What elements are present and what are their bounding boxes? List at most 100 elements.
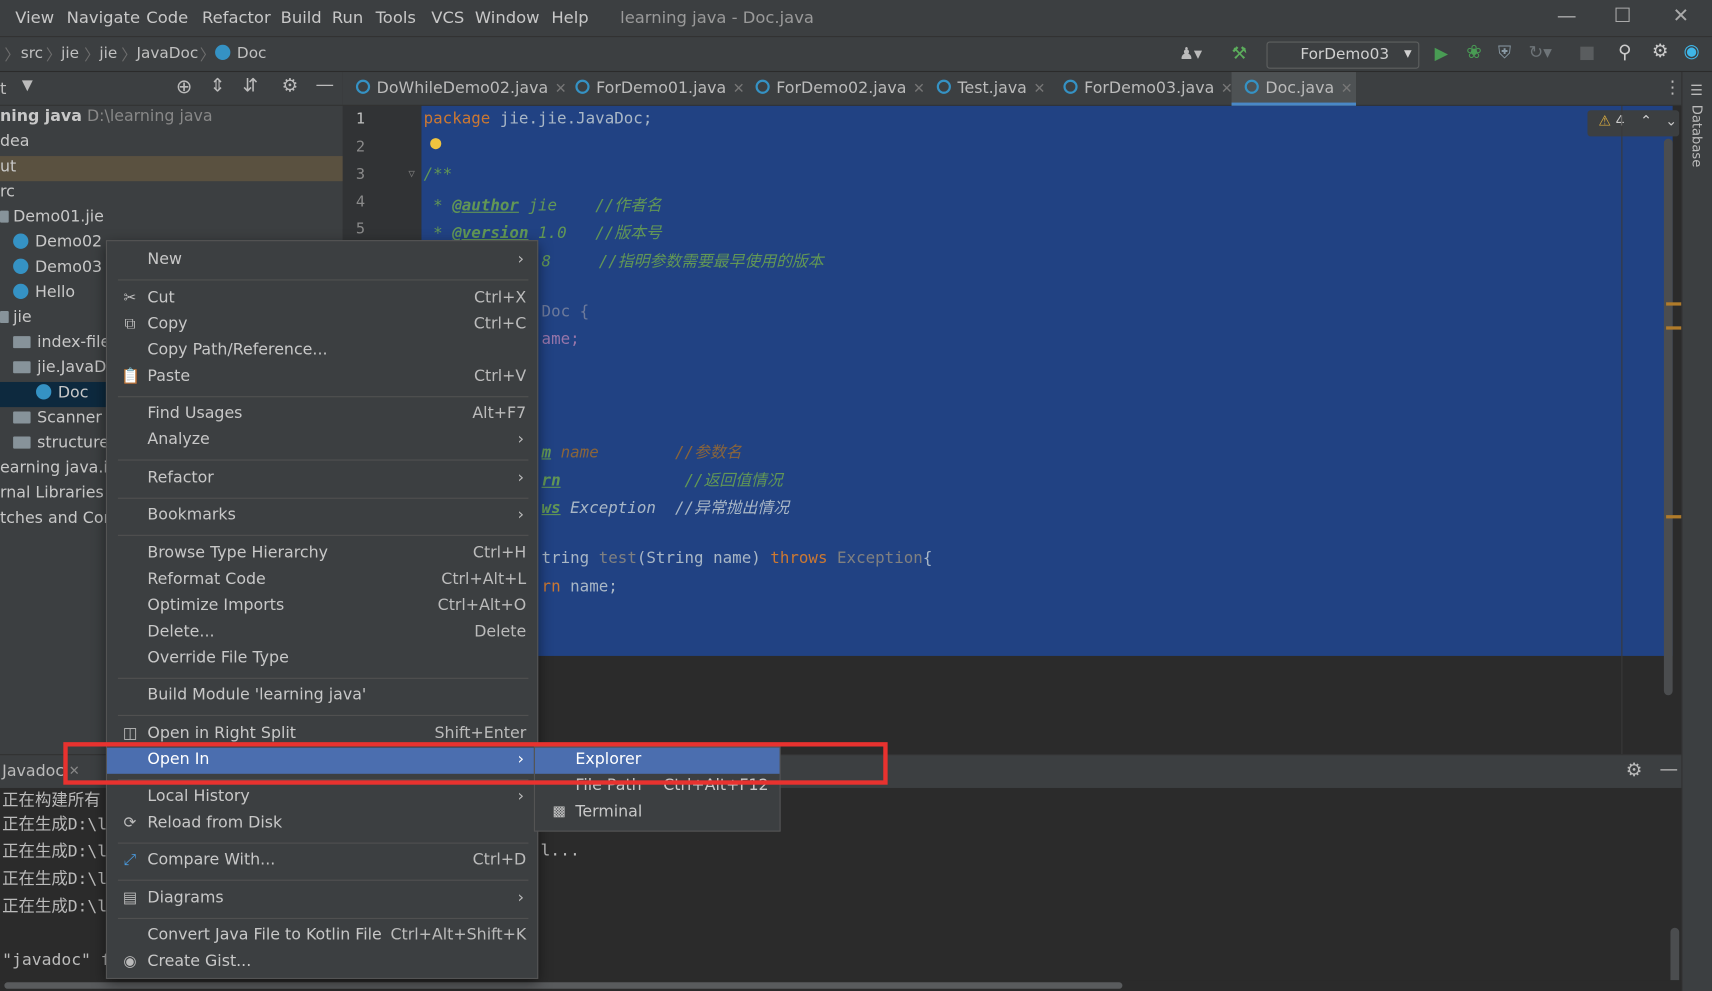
vertical-scrollbar[interactable] bbox=[1663, 138, 1673, 696]
breadcrumb-jie[interactable]: jie bbox=[61, 45, 79, 62]
maximize-icon[interactable]: ☐ bbox=[1614, 4, 1632, 27]
minimize-icon[interactable]: — bbox=[1557, 4, 1577, 27]
warning-marker[interactable] bbox=[1666, 515, 1682, 519]
menu-item-optimize-imports[interactable]: Optimize Imports Ctrl+Alt+O bbox=[107, 594, 537, 620]
menu-code[interactable]: Code bbox=[146, 8, 188, 28]
menu-item-browse-hierarchy[interactable]: Browse Type Hierarchy Ctrl+H bbox=[107, 541, 537, 567]
menu-separator bbox=[117, 396, 529, 398]
close-icon[interactable]: ✕ bbox=[1673, 4, 1689, 27]
menu-item-copy[interactable]: ⧉ Copy Ctrl+C bbox=[107, 312, 537, 338]
breadcrumb-javadoc[interactable]: JavaDoc bbox=[136, 45, 198, 62]
gear-icon[interactable]: ⚙ bbox=[1626, 760, 1643, 782]
build-hammer-icon[interactable]: ⚒ bbox=[1232, 43, 1248, 64]
close-tab-icon[interactable]: ✕ bbox=[1033, 81, 1045, 97]
collapse-all-icon[interactable]: ⇵ bbox=[242, 75, 258, 97]
user-icon[interactable]: ♟▾ bbox=[1179, 44, 1202, 64]
stop-icon[interactable]: ■ bbox=[1579, 41, 1596, 62]
github-icon: ◉ bbox=[123, 952, 137, 971]
lightbulb-icon[interactable]: ● bbox=[430, 132, 441, 154]
right-tool-strip: ☰ Database bbox=[1681, 72, 1712, 991]
search-icon[interactable]: ⚲ bbox=[1618, 41, 1632, 63]
tree-item-idea[interactable]: dea bbox=[0, 131, 343, 156]
database-tool-button[interactable]: Database bbox=[1689, 105, 1704, 167]
run-configuration-select[interactable]: ForDemo03 ▾ bbox=[1266, 41, 1420, 69]
split-icon: ◫ bbox=[122, 724, 138, 743]
inspection-widget[interactable]: ⚠ 4 ⌃ ⌄ bbox=[1587, 110, 1680, 137]
tab-fordemo03[interactable]: ForDemo03.java ✕ bbox=[1050, 72, 1233, 106]
tab-fordemo02[interactable]: ForDemo02.java ✕ bbox=[742, 72, 925, 106]
menu-item-bookmarks[interactable]: Bookmarks › bbox=[107, 503, 537, 529]
menu-item-compare-with[interactable]: ⤢ Compare With... Ctrl+D bbox=[107, 848, 537, 874]
breadcrumb-jie-2[interactable]: jie bbox=[99, 45, 117, 62]
more-tabs-icon[interactable]: ⋮ bbox=[1664, 76, 1681, 97]
menu-item-convert-kotlin[interactable]: Convert Java File to Kotlin File Ctrl+Alt… bbox=[107, 923, 537, 949]
breadcrumb-doc[interactable]: Doc bbox=[215, 44, 266, 62]
warning-marker[interactable] bbox=[1666, 326, 1682, 330]
menu-help[interactable]: Help bbox=[551, 8, 588, 28]
hide-icon[interactable]: — bbox=[1660, 759, 1679, 781]
expand-all-icon[interactable]: ⇕ bbox=[210, 75, 226, 97]
menu-item-reload[interactable]: ⟳ Reload from Disk bbox=[107, 811, 537, 837]
menu-view[interactable]: View bbox=[15, 8, 54, 28]
code-line-13: m name //参数名 bbox=[541, 444, 742, 462]
database-icon[interactable]: ☰ bbox=[1690, 83, 1703, 99]
menu-refactor[interactable]: Refactor bbox=[202, 8, 271, 28]
tree-item-demo01[interactable]: Demo01.jie bbox=[0, 206, 343, 231]
menu-vcs[interactable]: VCS bbox=[431, 8, 464, 28]
menu-window[interactable]: Window bbox=[475, 8, 540, 28]
project-view-title[interactable]: t bbox=[0, 79, 6, 99]
menu-item-terminal[interactable]: ▩ Terminal bbox=[535, 800, 780, 826]
hide-icon[interactable]: — bbox=[316, 74, 335, 96]
fold-icon[interactable]: ▽ bbox=[408, 168, 415, 180]
menu-item-copy-path[interactable]: Copy Path/Reference... bbox=[107, 338, 537, 364]
locate-icon[interactable]: ⊕ bbox=[176, 75, 192, 98]
code-editor[interactable]: package jie.jie.JavaDoc; ● /** * @author… bbox=[421, 105, 1682, 755]
menu-item-diagrams[interactable]: ▤ Diagrams › bbox=[107, 886, 537, 912]
chevron-down-icon[interactable]: ▼ bbox=[22, 77, 33, 93]
horizontal-scrollbar[interactable] bbox=[0, 980, 1682, 991]
tree-item-src[interactable]: rc bbox=[0, 181, 343, 206]
menu-run[interactable]: Run bbox=[332, 8, 363, 28]
coverage-icon[interactable]: ⛨ bbox=[1498, 41, 1511, 63]
debug-icon[interactable]: ❀ bbox=[1466, 41, 1482, 63]
menu-item-local-history[interactable]: Local History › bbox=[107, 785, 537, 811]
menu-build[interactable]: Build bbox=[281, 8, 322, 28]
run-icon[interactable]: ▶ bbox=[1435, 43, 1448, 64]
tab-test[interactable]: Test.java ✕ bbox=[924, 72, 1045, 106]
console-line: 正在生成D:\l bbox=[2, 868, 108, 889]
menu-item-paste[interactable]: 📋 Paste Ctrl+V bbox=[107, 365, 537, 391]
class-icon bbox=[13, 258, 29, 274]
tab-dowhiledemo02[interactable]: DoWhileDemo02.java ✕ bbox=[343, 72, 567, 106]
gear-icon[interactable]: ⚙ bbox=[282, 75, 299, 97]
breadcrumb-src[interactable]: src bbox=[21, 45, 43, 62]
scissors-icon: ✂ bbox=[123, 289, 137, 307]
line-number: 1 bbox=[355, 110, 366, 128]
chevron-up-icon[interactable]: ⌃ bbox=[1640, 114, 1652, 130]
menu-item-analyze[interactable]: Analyze › bbox=[107, 428, 537, 454]
menu-item-find-usages[interactable]: Find Usages Alt+F7 bbox=[107, 402, 537, 428]
menu-tools[interactable]: Tools bbox=[376, 8, 416, 28]
tab-javadoc[interactable]: Javadoc bbox=[2, 763, 64, 780]
editor-tabs: DoWhileDemo02.java ✕ ForDemo01.java ✕ ForD… bbox=[342, 72, 1682, 106]
scrollbar-thumb[interactable] bbox=[4, 982, 1123, 989]
close-tab-icon[interactable]: ✕ bbox=[1341, 81, 1353, 97]
warning-marker[interactable] bbox=[1666, 302, 1682, 306]
tree-item-out[interactable]: ut bbox=[0, 156, 343, 182]
tab-fordemo01[interactable]: ForDemo01.java ✕ bbox=[562, 72, 745, 106]
menu-item-override-file-type[interactable]: Override File Type bbox=[107, 646, 537, 672]
menu-item-refactor[interactable]: Refactor › bbox=[107, 466, 537, 492]
menu-item-build-module[interactable]: Build Module 'learning java' bbox=[107, 683, 537, 709]
menu-item-cut[interactable]: ✂ Cut Ctrl+X bbox=[107, 286, 537, 312]
profile-icon[interactable]: ↻▾ bbox=[1529, 41, 1552, 62]
menu-item-new[interactable]: New › bbox=[107, 248, 537, 274]
settings-icon[interactable]: ⚙ bbox=[1652, 40, 1669, 62]
tab-doc[interactable]: Doc.java ✕ bbox=[1231, 72, 1357, 106]
menu-item-delete[interactable]: Delete... Delete bbox=[107, 620, 537, 646]
toolbox-icon[interactable]: ◉ bbox=[1684, 40, 1700, 62]
menu-item-reformat[interactable]: Reformat Code Ctrl+Alt+L bbox=[107, 568, 537, 594]
tree-item-project-root[interactable]: ning java D:\learning java bbox=[0, 106, 343, 131]
chevron-down-icon[interactable]: ⌄ bbox=[1665, 114, 1677, 130]
menu-item-create-gist[interactable]: ◉ Create Gist... bbox=[107, 950, 537, 976]
menu-navigate[interactable]: Navigate bbox=[67, 8, 140, 28]
line-number: 4 bbox=[355, 193, 366, 211]
